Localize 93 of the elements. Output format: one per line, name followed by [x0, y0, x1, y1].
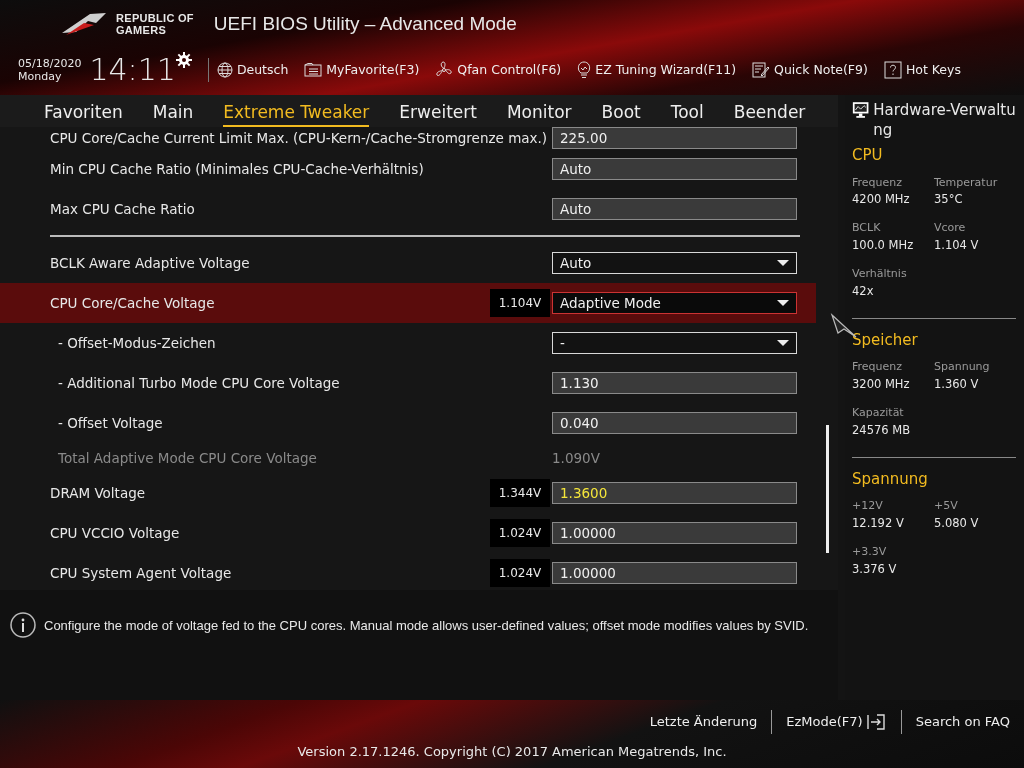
- info-icon: [10, 612, 36, 638]
- exit-icon: [866, 714, 885, 730]
- fan-icon: [435, 61, 454, 79]
- input-field[interactable]: 1.00000: [552, 522, 797, 544]
- setting-value: 1.090V: [552, 448, 601, 468]
- setting-label: BCLK Aware Adaptive Voltage: [50, 253, 251, 273]
- day-text: Monday: [18, 70, 63, 83]
- voltage-reading: 1.024V: [490, 519, 550, 547]
- date-text: 05/18/2020: [18, 57, 82, 70]
- help-text: Configure the mode of voltage fed to the CPU cores. Manual mode allows user-defined values; offset mode modifies values by SVID.: [44, 617, 809, 635]
- tab[interactable]: Monitor: [506, 99, 572, 127]
- toolbar-button[interactable]: Quick Note(F9): [774, 60, 868, 80]
- voltage-reading: 1.104V: [490, 289, 550, 317]
- dropdown[interactable]: Adaptive Mode: [552, 292, 797, 314]
- settings-icon[interactable]: [175, 52, 192, 68]
- section-title: Speicher: [852, 329, 919, 351]
- monitor-label: +5V: [934, 498, 959, 515]
- setting-label: Min CPU Cache Ratio (Minimales CPU-Cache-Verhältnis): [50, 159, 425, 179]
- input-field[interactable]: 225.00: [552, 127, 797, 149]
- monitor-label: +12V: [852, 498, 884, 515]
- caret-icon: [777, 340, 789, 346]
- monitor-label: Frequenz: [852, 174, 904, 191]
- monitor-value: 1.104 V: [934, 236, 980, 254]
- setting-label: CPU Core/Cache Current Limit Max. (CPU-Kern-/Cache-Stromgrenze max.): [50, 128, 549, 148]
- monitor-label: Spannung: [934, 359, 991, 376]
- list-icon: [304, 63, 323, 77]
- note-icon: [752, 62, 771, 78]
- monitor-label: Vcore: [934, 220, 967, 237]
- voltage-reading: 1.024V: [490, 559, 550, 587]
- input-field[interactable]: 0.040: [552, 412, 797, 434]
- setting-label: - Additional Turbo Mode CPU Core Voltage: [58, 373, 341, 393]
- tab[interactable]: Favoriten: [44, 99, 123, 127]
- toolbar-button[interactable]: EZ Tuning Wizard(F11): [595, 60, 737, 80]
- monitor-icon: [852, 100, 870, 120]
- input-field[interactable]: 1.3600: [552, 482, 797, 504]
- tab[interactable]: Beender: [733, 99, 806, 127]
- panel-title: Hardware-Verwaltung: [873, 100, 1016, 140]
- setting-label: Total Adaptive Mode CPU Core Voltage: [58, 448, 318, 468]
- monitor-label: Verhältnis: [852, 266, 908, 282]
- section-title: Spannung: [852, 468, 929, 490]
- input-field[interactable]: 1.130: [552, 372, 797, 394]
- toolbar-button[interactable]: Hot Keys: [905, 60, 961, 80]
- caret-icon: [777, 300, 789, 306]
- monitor-label: Temperatur: [934, 174, 999, 191]
- setting-label: CPU Core/Cache Voltage: [50, 293, 216, 313]
- monitor-value: 3.376 V: [852, 560, 898, 578]
- monitor-value: 1.360 V: [934, 375, 980, 393]
- window-title: UEFI BIOS Utility – Advanced Mode: [213, 11, 517, 36]
- monitor-label: BCLK: [852, 220, 882, 237]
- monitor-value: 12.192 V: [852, 514, 905, 532]
- setting-label: - Offset Voltage: [58, 413, 164, 433]
- section-title: CPU: [852, 145, 884, 166]
- toolbar-button[interactable]: Deutsch: [236, 60, 289, 80]
- tab[interactable]: Erweitert: [399, 99, 477, 127]
- dropdown[interactable]: Auto: [552, 252, 797, 274]
- footer-link[interactable]: Letzte Änderung: [635, 712, 772, 732]
- setting-label: DRAM Voltage: [50, 483, 147, 503]
- monitor-value: 35°C: [934, 191, 964, 208]
- monitor-value: 5.080 V: [934, 514, 980, 532]
- tab[interactable]: Tool: [670, 99, 704, 127]
- lightbulb-icon: [577, 61, 592, 79]
- toolbar-button[interactable]: Qfan Control(F6): [457, 60, 562, 80]
- monitor-label: +3.3V: [852, 544, 888, 560]
- input-field[interactable]: Auto: [552, 158, 797, 180]
- tab[interactable]: Main: [152, 99, 194, 127]
- footer-link[interactable]: Search on FAQ: [901, 712, 1024, 732]
- setting-label: CPU VCCIO Voltage: [50, 523, 181, 543]
- setting-label: - Offset-Modus-Zeichen: [58, 333, 217, 353]
- toolbar-button[interactable]: MyFavorite(F3): [326, 60, 420, 80]
- monitor-value: 24576 MB: [852, 421, 912, 439]
- setting-label: Max CPU Cache Ratio: [50, 199, 196, 219]
- voltage-reading: 1.344V: [490, 479, 550, 507]
- logo-icon: [60, 11, 108, 37]
- monitor-value: 3200 MHz: [852, 375, 911, 393]
- input-field[interactable]: Auto: [552, 198, 797, 220]
- clock-time: 14:11: [89, 55, 176, 85]
- scrollbar[interactable]: [826, 425, 829, 553]
- logo-text: REPUBLIC OF: [116, 12, 194, 24]
- setting-label: CPU System Agent Voltage: [50, 563, 233, 583]
- monitor-label: Frequenz: [852, 359, 904, 376]
- monitor-value: 100.0 MHz: [852, 236, 915, 254]
- logo-text: GAMERS: [116, 24, 168, 36]
- tab[interactable]: Boot: [601, 99, 641, 127]
- version-text: Version 2.17.1246. Copyright (C) 2017 American Megatrends, Inc.: [296, 743, 728, 761]
- dropdown[interactable]: -: [552, 332, 797, 354]
- monitor-value: 4200 MHz: [852, 191, 911, 208]
- footer-link[interactable]: EzMode(F7): [772, 712, 867, 732]
- input-field[interactable]: 1.00000: [552, 562, 797, 584]
- caret-icon: [777, 260, 789, 266]
- monitor-value: 42x: [852, 282, 875, 300]
- help-icon: [883, 61, 902, 79]
- monitor-label: Kapazität: [852, 405, 905, 421]
- globe-icon: [216, 62, 233, 78]
